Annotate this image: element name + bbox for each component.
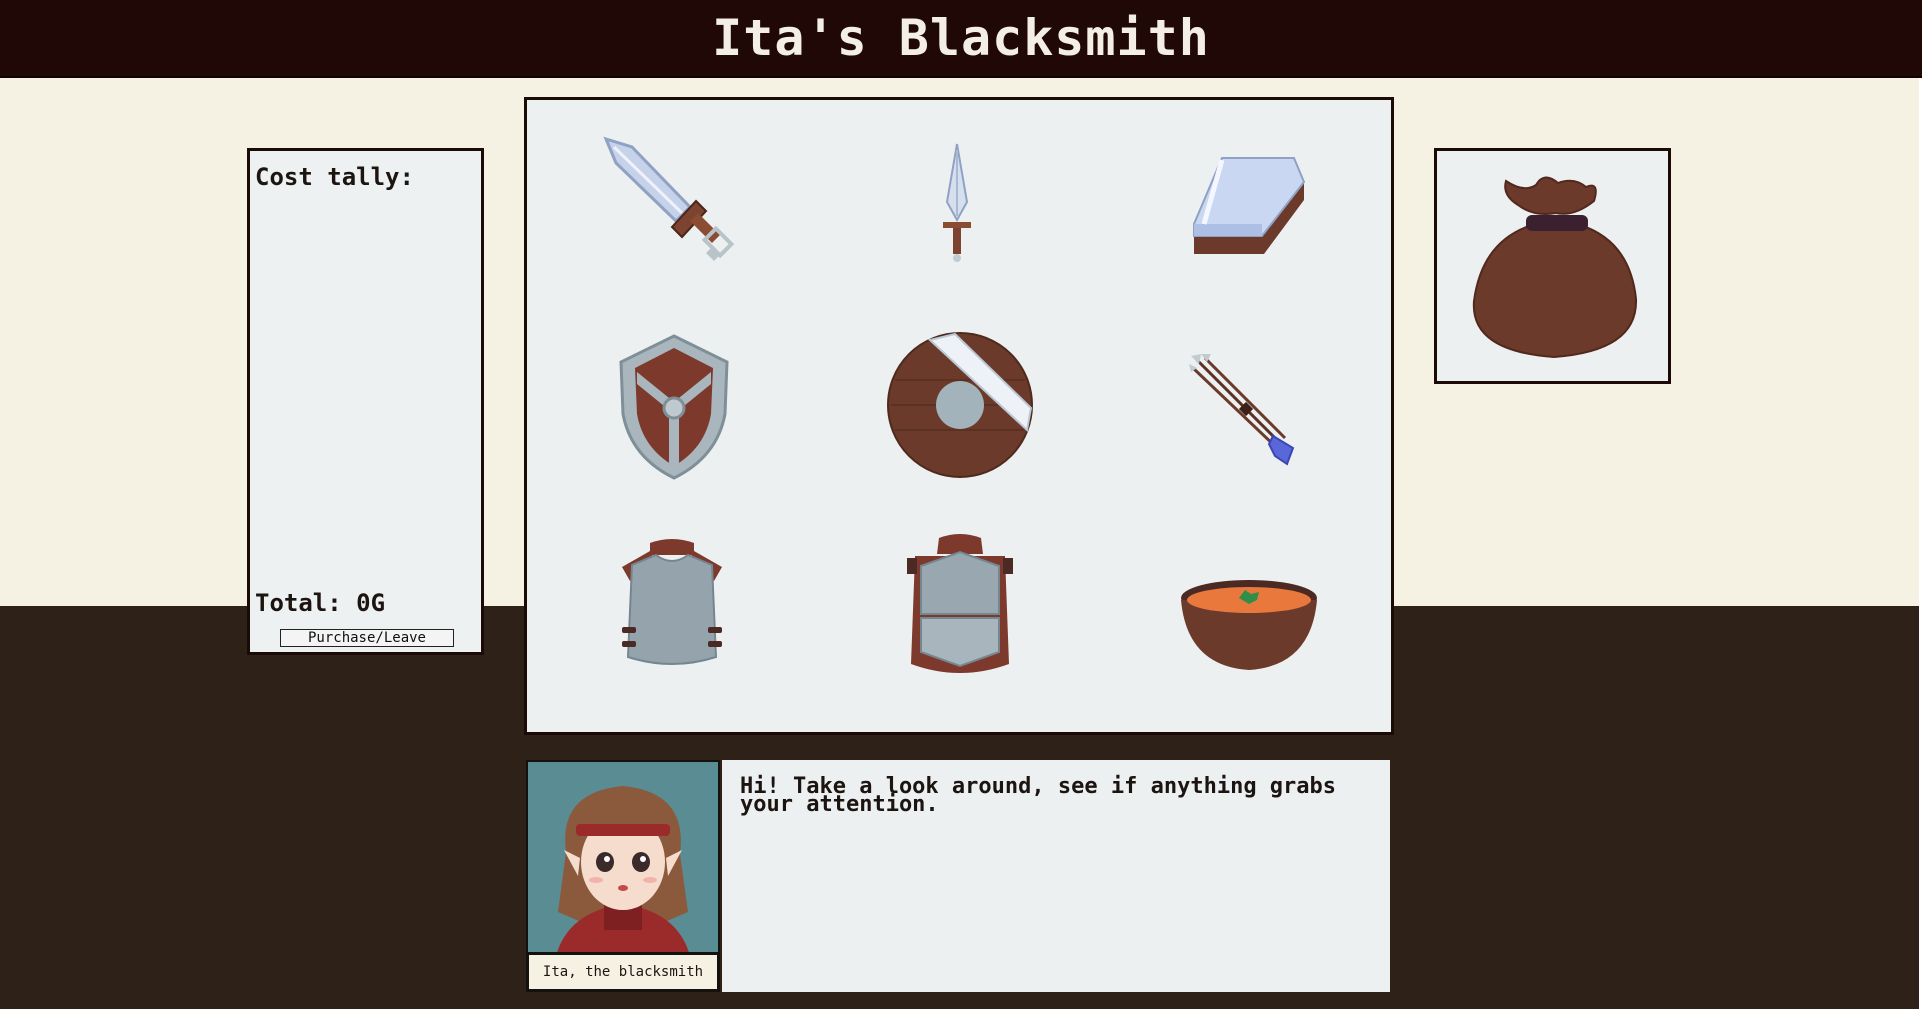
dagger-crossguard [943,222,971,228]
plate-vest-item[interactable] [612,537,732,672]
kite-shield-item[interactable] [617,332,732,482]
vest-strap [622,627,636,633]
cost-tally-heading: Cost tally: [255,163,414,191]
coin-pouch-icon [1472,176,1638,359]
round-shield-boss [936,381,984,429]
sword-item[interactable] [602,135,752,285]
arrow-fletching [1267,434,1295,466]
whetstone-item[interactable] [1192,154,1307,259]
purchase-leave-button[interactable]: Purchase/Leave [280,629,454,647]
round-shield-item[interactable] [885,330,1035,480]
dialog-message: Hi! Take a look around, see if anything … [740,774,1337,817]
cost-tally-panel: Cost tally: Total: 0G Purchase/Leave [247,148,484,655]
dagger-pommel [953,254,961,262]
dialog-box: Hi! Take a look around, see if anything … [722,760,1390,992]
chest-armor-upper-plate [920,550,1000,615]
pouch-top [1504,176,1597,215]
whetstone-stone-face [1194,224,1262,236]
arrow-shaft [1195,358,1283,446]
blush [589,877,603,883]
ita-avatar [528,762,718,956]
sword-blade-highlight [612,145,684,215]
eye-left [596,852,614,872]
shop-items-grid [524,97,1394,735]
tally-total: Total: 0G [255,589,386,617]
vest-plate [626,553,718,665]
chest-armor-strap-left [907,558,917,574]
kite-shield-boss [662,396,686,420]
dagger-item[interactable] [937,142,977,267]
vest-strap [622,641,636,647]
arrow-shaft [1191,366,1279,450]
arrow-shaft [1203,356,1287,440]
dagger-grip [953,228,961,254]
vest-strap [708,641,722,647]
speaker-name-plate: Ita, the blacksmith [526,952,720,992]
coin-pouch-panel[interactable] [1434,148,1671,384]
eye-right [632,852,650,872]
vest-collar [650,539,694,555]
chest-armor-strap-right [1003,558,1013,574]
arrows-item[interactable] [1189,352,1309,467]
mouth [618,885,628,891]
chest-armor-item[interactable] [905,534,1015,679]
sword-tip-guard [706,247,720,261]
blush [643,877,657,883]
title-bar: Ita's Blacksmith [0,0,1922,78]
soup-bowl-item[interactable] [1177,578,1322,673]
pouch-tie [1526,215,1588,231]
pouch-body [1472,224,1638,359]
headband [576,824,670,836]
page-title: Ita's Blacksmith [712,9,1210,67]
vest-strap [708,627,722,633]
